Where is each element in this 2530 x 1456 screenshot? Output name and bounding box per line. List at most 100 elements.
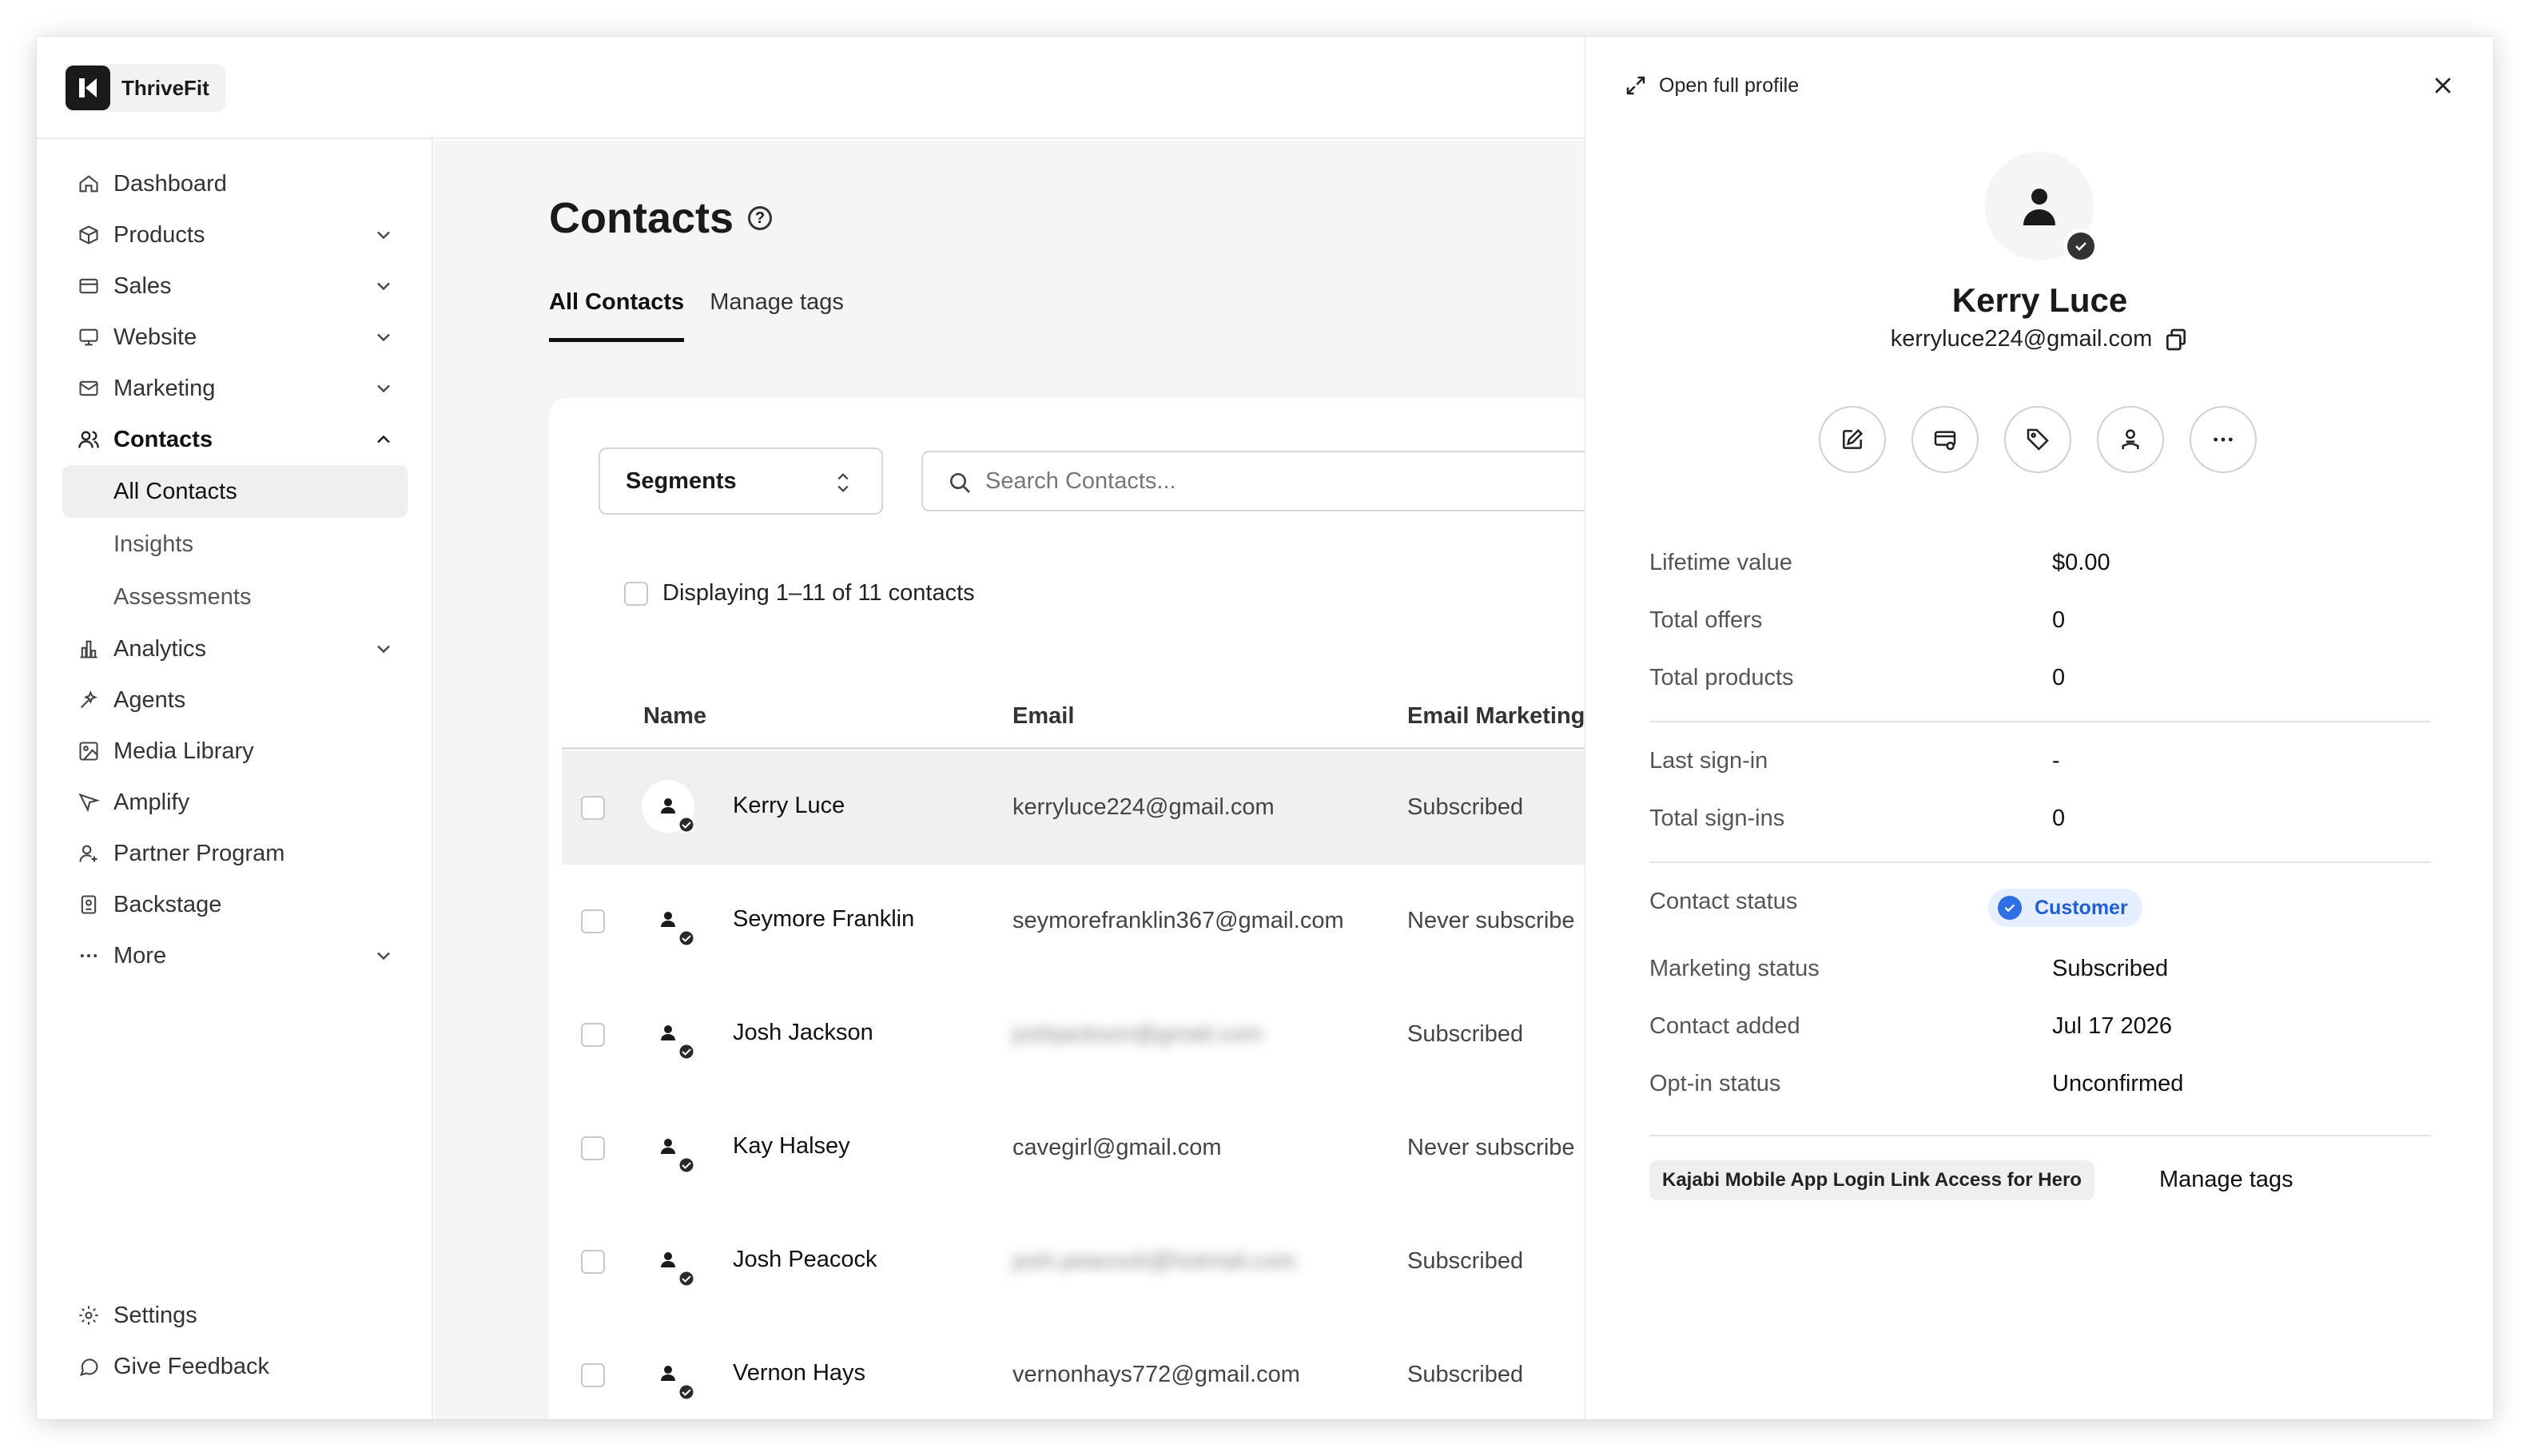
tab-manage-tags[interactable]: Manage tags xyxy=(710,289,844,342)
select-all-row: Displaying 1–11 of 11 contacts xyxy=(624,580,975,607)
row-checkbox[interactable] xyxy=(581,909,605,933)
sidebar-item-agents[interactable]: Agents xyxy=(62,674,408,726)
sidebar-item-settings[interactable]: Settings xyxy=(62,1290,408,1341)
check-circle-icon xyxy=(1998,896,2022,920)
open-full-profile-link[interactable]: Open full profile xyxy=(1624,74,1799,97)
profile-avatar xyxy=(1985,152,2098,264)
profile-actions xyxy=(1819,406,2282,473)
chevron-down-icon xyxy=(377,231,390,240)
sidebar-item-partner-program[interactable]: Partner Program xyxy=(62,828,408,879)
contact-email: kerryluce224@gmail.com xyxy=(1012,794,1275,820)
contact-name[interactable]: Vernon Hays xyxy=(733,1360,865,1386)
sidebar-subitem-all-contacts[interactable]: All Contacts xyxy=(62,465,408,518)
brand-switcher[interactable]: ThriveFit xyxy=(64,64,225,112)
contact-avatar xyxy=(642,1234,696,1288)
detail-label: Marketing status xyxy=(1649,956,1820,981)
table-row[interactable]: Josh Peacock josh.peacock@hotmail.com Su… xyxy=(562,1205,1668,1319)
chevron-down-icon xyxy=(377,333,390,342)
more-actions-button[interactable] xyxy=(2190,406,2257,473)
sidebar-item-analytics[interactable]: Analytics xyxy=(62,623,408,674)
sidebar-item-label: Website xyxy=(113,324,197,350)
help-icon[interactable]: ? xyxy=(748,206,773,230)
sidebar-item-label: Amplify xyxy=(113,789,190,815)
search-input[interactable]: Search Contacts... xyxy=(921,451,1641,511)
assign-button[interactable] xyxy=(2097,406,2164,473)
contact-name[interactable]: Seymore Franklin xyxy=(733,906,914,933)
sidebar-item-marketing[interactable]: Marketing xyxy=(62,363,408,414)
sidebar-item-media-library[interactable]: Media Library xyxy=(62,726,408,777)
detail-value: Unconfirmed xyxy=(2052,1071,2184,1096)
bar-chart-icon xyxy=(75,635,102,662)
gear-icon xyxy=(75,1302,102,1329)
table-row[interactable]: Kerry Luce kerryluce224@gmail.com Subscr… xyxy=(562,751,1668,865)
column-header-email[interactable]: Email xyxy=(1012,703,1074,730)
brand-logo-icon xyxy=(66,66,110,110)
contact-marketing-status: Subscribed xyxy=(1407,794,1524,820)
sidebar-item-contacts[interactable]: Contacts xyxy=(62,414,408,465)
edit-icon xyxy=(1843,428,1864,449)
sidebar-subitem-assessments[interactable]: Assessments xyxy=(62,571,408,623)
column-header-email-marketing[interactable]: Email Marketing xyxy=(1407,703,1585,730)
contact-avatar xyxy=(642,1347,696,1402)
segments-select[interactable]: Segments xyxy=(599,448,883,515)
table-row[interactable]: Seymore Franklin seymorefranklin367@gmai… xyxy=(562,865,1668,978)
user-plus-icon xyxy=(75,840,102,867)
sidebar-item-dashboard[interactable]: Dashboard xyxy=(62,158,408,209)
stat-value: 0 xyxy=(2052,665,2066,690)
contact-name[interactable]: Josh Peacock xyxy=(733,1247,877,1273)
megaphone-icon xyxy=(75,789,102,816)
select-all-checkbox[interactable] xyxy=(624,581,648,606)
chevron-down-icon xyxy=(377,282,390,291)
sidebar-item-give-feedback[interactable]: Give Feedback xyxy=(62,1341,408,1392)
sidebar-item-products[interactable]: Products xyxy=(62,209,408,261)
copy-icon[interactable] xyxy=(2163,327,2189,352)
row-checkbox[interactable] xyxy=(581,796,605,820)
table-row[interactable]: Vernon Hays vernonhays772@gmail.com Subs… xyxy=(562,1319,1668,1419)
brand-name: ThriveFit xyxy=(121,75,209,100)
chat-icon xyxy=(75,1353,102,1380)
verified-check-icon xyxy=(2063,229,2098,264)
contact-email-blurred: joshjackson@gmail.com xyxy=(1012,1021,1263,1047)
sidebar-item-label: More xyxy=(113,942,167,969)
sidebar-item-sales[interactable]: Sales xyxy=(62,261,408,312)
search-icon xyxy=(950,473,970,493)
column-header-name[interactable]: Name xyxy=(643,703,706,730)
stat-value: - xyxy=(2052,748,2060,774)
sidebar-item-website[interactable]: Website xyxy=(62,312,408,363)
page-title: Contacts ? xyxy=(549,193,773,243)
sidebar-item-amplify[interactable]: Amplify xyxy=(62,777,408,828)
close-icon[interactable] xyxy=(2431,74,2455,97)
table-row[interactable]: Kay Halsey cavegirl@gmail.com Never subs… xyxy=(562,1092,1668,1205)
table-row[interactable]: Josh Jackson joshjackson@gmail.com Subsc… xyxy=(562,978,1668,1092)
contact-email-blurred: josh.peacock@hotmail.com xyxy=(1012,1248,1297,1274)
contact-avatar xyxy=(642,1007,696,1061)
tag-button[interactable] xyxy=(2004,406,2071,473)
profile-email-row: kerryluce224@gmail.com xyxy=(1585,326,2493,352)
manage-tags-link[interactable]: Manage tags xyxy=(2159,1167,2293,1193)
stat-value: $0.00 xyxy=(2052,550,2110,575)
row-checkbox[interactable] xyxy=(581,1363,605,1387)
sidebar-item-more[interactable]: More xyxy=(62,930,408,981)
billing-button[interactable] xyxy=(1911,406,1979,473)
segments-label: Segments xyxy=(626,467,737,494)
sidebar-item-label: Sales xyxy=(113,273,172,299)
sidebar-item-label: Products xyxy=(113,221,205,248)
contact-tag-chip[interactable]: Kajabi Mobile App Login Link Access for … xyxy=(1649,1160,2094,1200)
row-checkbox[interactable] xyxy=(581,1136,605,1160)
row-checkbox[interactable] xyxy=(581,1250,605,1274)
chevron-down-icon xyxy=(377,952,390,961)
edit-contact-button[interactable] xyxy=(1819,406,1886,473)
contact-name[interactable]: Kerry Luce xyxy=(733,793,845,819)
profile-name: Kerry Luce xyxy=(1951,281,2128,319)
contact-email: seymorefranklin367@gmail.com xyxy=(1012,908,1344,933)
tab-all-contacts[interactable]: All Contacts xyxy=(549,289,685,342)
contact-name[interactable]: Josh Jackson xyxy=(733,1020,873,1046)
sidebar-subitem-insights[interactable]: Insights xyxy=(62,518,408,571)
sidebar-item-label: Media Library xyxy=(113,738,254,764)
contact-name[interactable]: Kay Halsey xyxy=(733,1133,850,1160)
card-icon xyxy=(75,273,102,300)
more-icon xyxy=(2214,437,2233,442)
row-checkbox[interactable] xyxy=(581,1023,605,1047)
sidebar-item-backstage[interactable]: Backstage xyxy=(62,879,408,930)
sidebar-nav: Dashboard Products Sales Website Marketi… xyxy=(62,158,408,981)
